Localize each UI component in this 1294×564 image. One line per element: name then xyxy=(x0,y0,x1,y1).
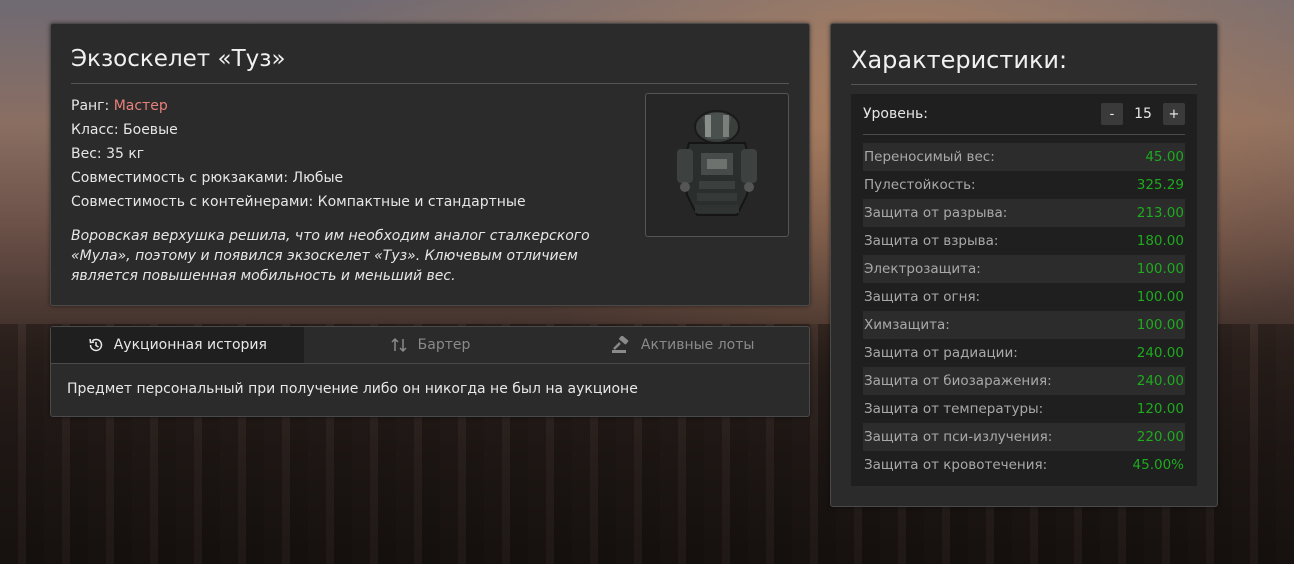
item-description: Воровская верхушка решила, что им необхо… xyxy=(71,228,590,284)
stats-title: Характеристики: xyxy=(851,46,1068,74)
item-title: Экзоскелет «Туз» xyxy=(71,46,286,72)
stat-row: Защита от радиации: 240.00 xyxy=(863,339,1185,367)
stat-value: 240.00 xyxy=(1136,373,1184,389)
stat-label: Химзащита: xyxy=(864,317,950,333)
stat-label: Защита от огня: xyxy=(864,289,981,305)
tab-active-lots[interactable]: Активные лоты xyxy=(556,327,809,363)
stats-divider xyxy=(851,84,1197,85)
tab-bar: Аукционная история Бартер Активные лоты xyxy=(51,327,809,364)
tab-label: Аукционная история xyxy=(113,337,267,353)
stat-value: 45.00% xyxy=(1132,457,1184,473)
stat-value: 100.00 xyxy=(1136,317,1184,333)
history-icon xyxy=(88,338,102,352)
swap-arrows-icon xyxy=(391,337,407,353)
stat-label: Защита от температуры: xyxy=(864,401,1044,417)
stat-row: Защита от пси-излучения: 220.00 xyxy=(863,423,1185,451)
container-compat-line: Совместимость с контейнерами: Компактные… xyxy=(71,194,526,210)
stat-label: Защита от радиации: xyxy=(864,345,1018,361)
item-info-panel: Экзоскелет «Туз» Ранг: Мастер Класс: Бое… xyxy=(50,23,810,306)
tab-auction-history[interactable]: Аукционная история xyxy=(51,327,304,363)
stat-label: Защита от кровотечения: xyxy=(864,457,1048,473)
stat-value: 325.29 xyxy=(1136,177,1184,193)
stat-row: Пулестойкость: 325.29 xyxy=(863,171,1185,199)
stat-label: Электрозащита: xyxy=(864,261,981,277)
stat-label: Защита от разрыва: xyxy=(864,205,1008,221)
level-label: Уровень: xyxy=(863,106,928,122)
level-increase-button[interactable]: + xyxy=(1163,103,1185,125)
backpack-compat-line: Совместимость с рюкзаками: Любые xyxy=(71,170,344,186)
stat-label: Пулестойкость: xyxy=(864,177,976,193)
stat-label: Защита от взрыва: xyxy=(864,233,999,249)
stat-row: Переносимый вес: 45.00 xyxy=(863,143,1185,171)
tab-label: Активные лоты xyxy=(640,337,755,353)
stat-row: Защита от взрыва: 180.00 xyxy=(863,227,1185,255)
stat-row: Электрозащита: 100.00 xyxy=(863,255,1185,283)
stat-value: 213.00 xyxy=(1136,205,1184,221)
stat-label: Защита от пси-излучения: xyxy=(864,429,1053,445)
stat-list: Переносимый вес: 45.00 Пулестойкость: 325.… xyxy=(863,143,1185,479)
stat-value: 100.00 xyxy=(1136,261,1184,277)
stats-body: Уровень: - 15 + Переносимый вес: 45.00 Пу… xyxy=(851,94,1197,486)
stat-row: Химзащита: 100.00 xyxy=(863,311,1185,339)
stats-panel: Характеристики: Уровень: - 15 + Переноси… xyxy=(830,23,1218,507)
tab-content: Предмет персональный при получение либо … xyxy=(67,381,638,397)
class-line: Класс: Боевые xyxy=(71,122,178,138)
stat-row: Защита от биозаражения: 240.00 xyxy=(863,367,1185,395)
stat-value: 180.00 xyxy=(1136,233,1184,249)
tab-barter[interactable]: Бартер xyxy=(304,327,557,363)
stat-value: 45.00 xyxy=(1145,149,1184,165)
stat-value: 220.00 xyxy=(1136,429,1184,445)
stat-label: Защита от биозаражения: xyxy=(864,373,1052,389)
item-properties: Ранг: Мастер Класс: Боевые Вес: 35 кг Со… xyxy=(71,94,526,214)
rank-line: Ранг: Мастер xyxy=(71,94,526,118)
tab-label: Бартер xyxy=(417,337,471,353)
exoskeleton-armor-icon xyxy=(677,110,757,216)
stat-row: Защита от температуры: 120.00 xyxy=(863,395,1185,423)
stat-row: Защита от огня: 100.00 xyxy=(863,283,1185,311)
title-divider xyxy=(71,83,789,84)
item-image xyxy=(645,93,789,237)
level-value: 15 xyxy=(1134,106,1152,122)
weight-line: Вес: 35 кг xyxy=(71,146,145,162)
stat-value: 100.00 xyxy=(1136,289,1184,305)
auction-tabs-panel: Аукционная история Бартер Активные лоты … xyxy=(50,326,810,417)
stat-row: Защита от разрыва: 213.00 xyxy=(863,199,1185,227)
stat-label: Переносимый вес: xyxy=(864,149,995,165)
stat-value: 240.00 xyxy=(1136,345,1184,361)
stat-row: Защита от кровотечения: 45.00% xyxy=(863,451,1185,479)
rank-label: Ранг: xyxy=(71,98,114,114)
auction-gavel-icon xyxy=(611,336,629,353)
level-stepper: - 15 + xyxy=(1101,103,1185,125)
stat-value: 120.00 xyxy=(1136,401,1184,417)
level-decrease-button[interactable]: - xyxy=(1101,103,1123,125)
rank-value: Мастер xyxy=(113,98,168,114)
level-row: Уровень: - 15 + xyxy=(863,94,1185,135)
